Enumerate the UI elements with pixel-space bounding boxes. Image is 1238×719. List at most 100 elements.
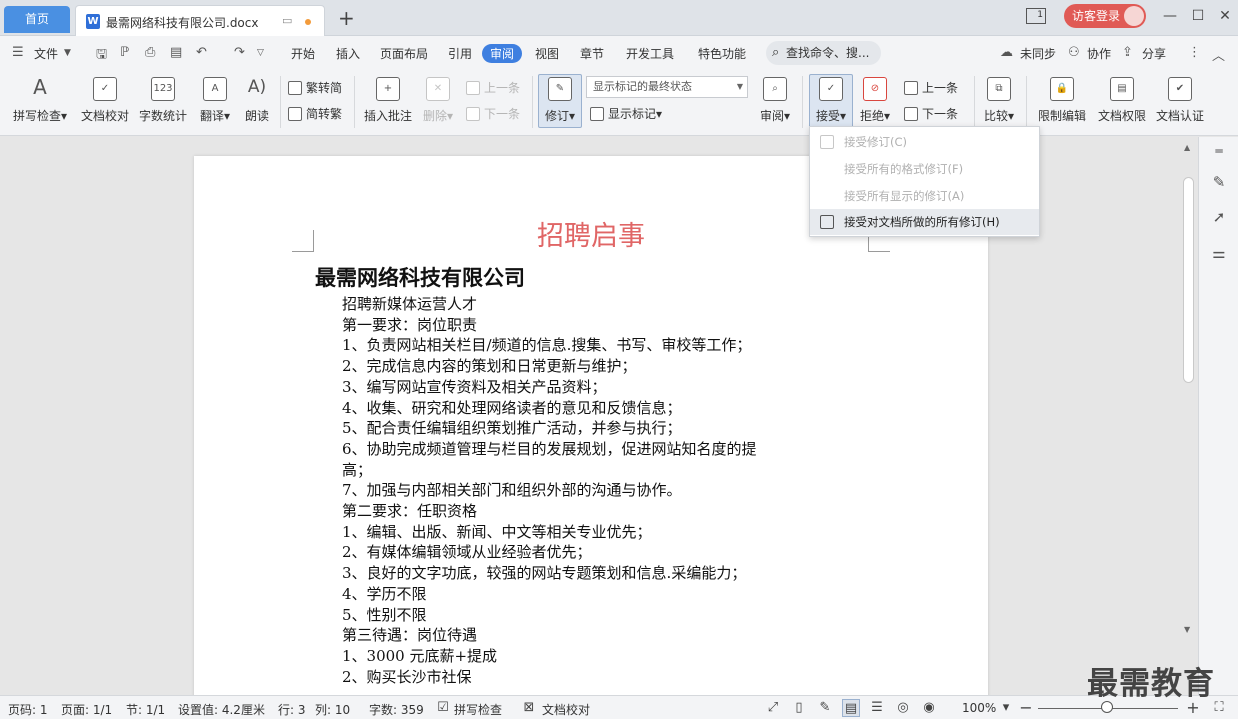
read-aloud-button[interactable]: A) 朗读: [240, 77, 274, 124]
compare-button[interactable]: ⧉ 比较▾: [980, 77, 1018, 124]
body-line[interactable]: 4、收集、研究和处理网络读者的意见和反馈信息；: [342, 398, 812, 419]
accept-button[interactable]: ✓ 接受▾: [809, 77, 853, 124]
document-body[interactable]: 招聘新媒体运营人才 第一要求：岗位职责 1、负责网站相关栏目/频道的信息.搜集、…: [342, 294, 812, 687]
collapse-ribbon-icon[interactable]: ︿: [1212, 45, 1225, 64]
sync-status[interactable]: 未同步: [1020, 45, 1056, 62]
next-comment-button[interactable]: 下一条: [466, 105, 520, 122]
fullscreen-icon[interactable]: ⤢: [764, 699, 782, 717]
simp-to-trad-button[interactable]: 简转繁: [288, 105, 342, 122]
pen-icon[interactable]: ✎: [1209, 172, 1229, 192]
markup-view-select[interactable]: 显示标记的最终状态 ▼: [586, 76, 748, 98]
body-line[interactable]: 5、配合责任编辑组织策划推广活动，并参与执行；: [342, 418, 812, 439]
body-line[interactable]: 第二要求：任职资格: [342, 501, 812, 522]
more-icon[interactable]: ⋮: [1188, 45, 1201, 60]
share-icon[interactable]: ⇪: [1122, 45, 1133, 60]
panel-collapse-icon[interactable]: ═: [1209, 141, 1229, 161]
reject-button[interactable]: ⊘ 拒绝▾: [856, 77, 894, 124]
tab-features[interactable]: 特色功能: [698, 45, 746, 62]
next-change-button[interactable]: 下一条: [904, 105, 958, 122]
collaborate-button[interactable]: 协作: [1087, 45, 1111, 62]
layout-icon[interactable]: 1: [1026, 8, 1046, 24]
menu-item-accept-shown-changes[interactable]: 接受所有显示的修订(A): [810, 183, 1039, 209]
vertical-scrollbar[interactable]: ▲ ▼: [1180, 137, 1198, 695]
share-button[interactable]: 分享: [1142, 45, 1166, 62]
spell-check-status[interactable]: 拼写检查: [454, 701, 502, 718]
outline-view-icon[interactable]: ☰: [868, 699, 886, 717]
tab-view[interactable]: 视图: [535, 45, 559, 62]
command-search[interactable]: ⌕ 查找命令、搜...: [766, 41, 881, 65]
scroll-thumb[interactable]: [1183, 177, 1194, 383]
tab-developer[interactable]: 开发工具: [626, 45, 674, 62]
save-icon[interactable]: 🖫: [96, 45, 107, 67]
body-line[interactable]: 2、有媒体编辑领域从业经验者优先；: [342, 542, 812, 563]
document-tab[interactable]: W 最需网络科技有限公司.docx ▭: [75, 5, 325, 36]
new-tab-button[interactable]: +: [338, 6, 355, 30]
menu-item-accept-format-changes[interactable]: 接受所有的格式修订(F): [810, 156, 1039, 182]
zoom-level[interactable]: 100%: [962, 701, 996, 715]
body-line[interactable]: 6、协助完成频道管理与栏目的发展规划，促进网站知名度的提: [342, 439, 812, 460]
body-line[interactable]: 第三待遇：岗位待遇: [342, 625, 812, 646]
doc-permission-button[interactable]: ▤ 文档权限: [1094, 77, 1150, 124]
print-preview-icon[interactable]: ▤: [170, 45, 182, 60]
company-name[interactable]: 最需网络科技有限公司: [315, 262, 525, 292]
menu-item-accept-change[interactable]: 接受修订(C): [810, 129, 1039, 155]
page-number[interactable]: 页码: 1: [8, 701, 48, 718]
file-menu[interactable]: 文件: [34, 45, 58, 62]
visitor-login-button[interactable]: 访客登录: [1064, 4, 1146, 28]
body-line[interactable]: 1、负责网站相关栏目/频道的信息.搜集、书写、审校等工作；: [342, 335, 812, 356]
chevron-down-icon[interactable]: ▼: [64, 48, 71, 58]
body-line[interactable]: 1、编辑、出版、新闻、中文等相关专业优先；: [342, 522, 812, 543]
section-count[interactable]: 节: 1/1: [126, 701, 165, 718]
scroll-up-icon[interactable]: ▲: [1184, 143, 1190, 152]
doc-proof-button[interactable]: ✓ 文档校对: [78, 77, 132, 124]
show-markup-button[interactable]: 显示标记▾: [590, 105, 662, 122]
word-count-status[interactable]: 字数: 359: [369, 701, 424, 718]
body-line[interactable]: 1、3000 元底薪+提成: [342, 646, 812, 667]
menu-item-accept-all-changes[interactable]: 接受对文档所做的所有修订(H): [810, 209, 1039, 235]
body-line[interactable]: 高；: [342, 460, 812, 481]
setting-value[interactable]: 设置值: 4.2厘米: [178, 701, 265, 718]
tab-chapter[interactable]: 章节: [580, 45, 604, 62]
prev-change-button[interactable]: 上一条: [904, 79, 958, 96]
minimize-button[interactable]: —: [1160, 6, 1180, 26]
redo-icon[interactable]: ↷: [234, 45, 245, 60]
track-changes-button[interactable]: ✎ 修订▾: [538, 77, 582, 124]
insert-comment-button[interactable]: + 插入批注: [362, 77, 414, 124]
zoom-chevron-icon[interactable]: ▾: [997, 699, 1015, 717]
scroll-down-icon[interactable]: ▼: [1184, 625, 1190, 634]
body-line[interactable]: 7、加强与内部相关部门和组织外部的沟通与协作。: [342, 480, 812, 501]
tab-review[interactable]: 审阅: [482, 44, 523, 63]
zoom-out-button[interactable]: −: [1017, 699, 1035, 717]
body-line[interactable]: 招聘新媒体运营人才: [342, 294, 812, 315]
delete-comment-button[interactable]: ✕ 删除▾: [420, 77, 456, 124]
collaborate-icon[interactable]: ⚇: [1068, 45, 1080, 60]
row-number[interactable]: 行: 3: [278, 701, 306, 718]
web-view-icon[interactable]: ◎: [894, 699, 912, 717]
reading-mode-icon[interactable]: ▯: [790, 699, 808, 717]
restore-button[interactable]: ☐: [1188, 6, 1208, 26]
spell-check-button[interactable]: A 拼写检查▾: [10, 77, 70, 124]
settings-sliders-icon[interactable]: ⚌: [1209, 243, 1229, 263]
tab-insert[interactable]: 插入: [336, 45, 360, 62]
monitor-icon[interactable]: ▭: [282, 14, 292, 27]
translate-button[interactable]: A 翻译▾: [196, 77, 234, 124]
body-line[interactable]: 3、编写网站宣传资料及相关产品资料；: [342, 377, 812, 398]
page-view-icon[interactable]: ▤: [842, 699, 860, 717]
column-number[interactable]: 列: 10: [315, 701, 350, 718]
body-line[interactable]: 4、学历不限: [342, 584, 812, 605]
restrict-edit-button[interactable]: 🔒 限制编辑: [1034, 77, 1090, 124]
doc-proof-status-icon[interactable]: ⊠: [520, 699, 538, 717]
edit-mode-icon[interactable]: ✎: [816, 699, 834, 717]
undo-icon[interactable]: ↶: [196, 45, 207, 60]
doc-proof-status[interactable]: 文档校对: [542, 701, 590, 718]
tab-references[interactable]: 引用: [448, 45, 472, 62]
hamburger-icon[interactable]: ☰: [12, 45, 24, 60]
body-line[interactable]: 2、购买长沙市社保: [342, 667, 812, 688]
tab-start[interactable]: 开始: [291, 45, 315, 62]
body-line[interactable]: 2、完成信息内容的策划和日常更新与维护；: [342, 356, 812, 377]
trad-to-simp-button[interactable]: 繁转简: [288, 79, 342, 96]
cloud-sync-icon[interactable]: ☁: [1000, 45, 1013, 60]
page-count[interactable]: 页面: 1/1: [61, 701, 112, 718]
prev-comment-button[interactable]: 上一条: [466, 79, 520, 96]
format-painter-icon[interactable]: ℙ: [120, 45, 129, 60]
